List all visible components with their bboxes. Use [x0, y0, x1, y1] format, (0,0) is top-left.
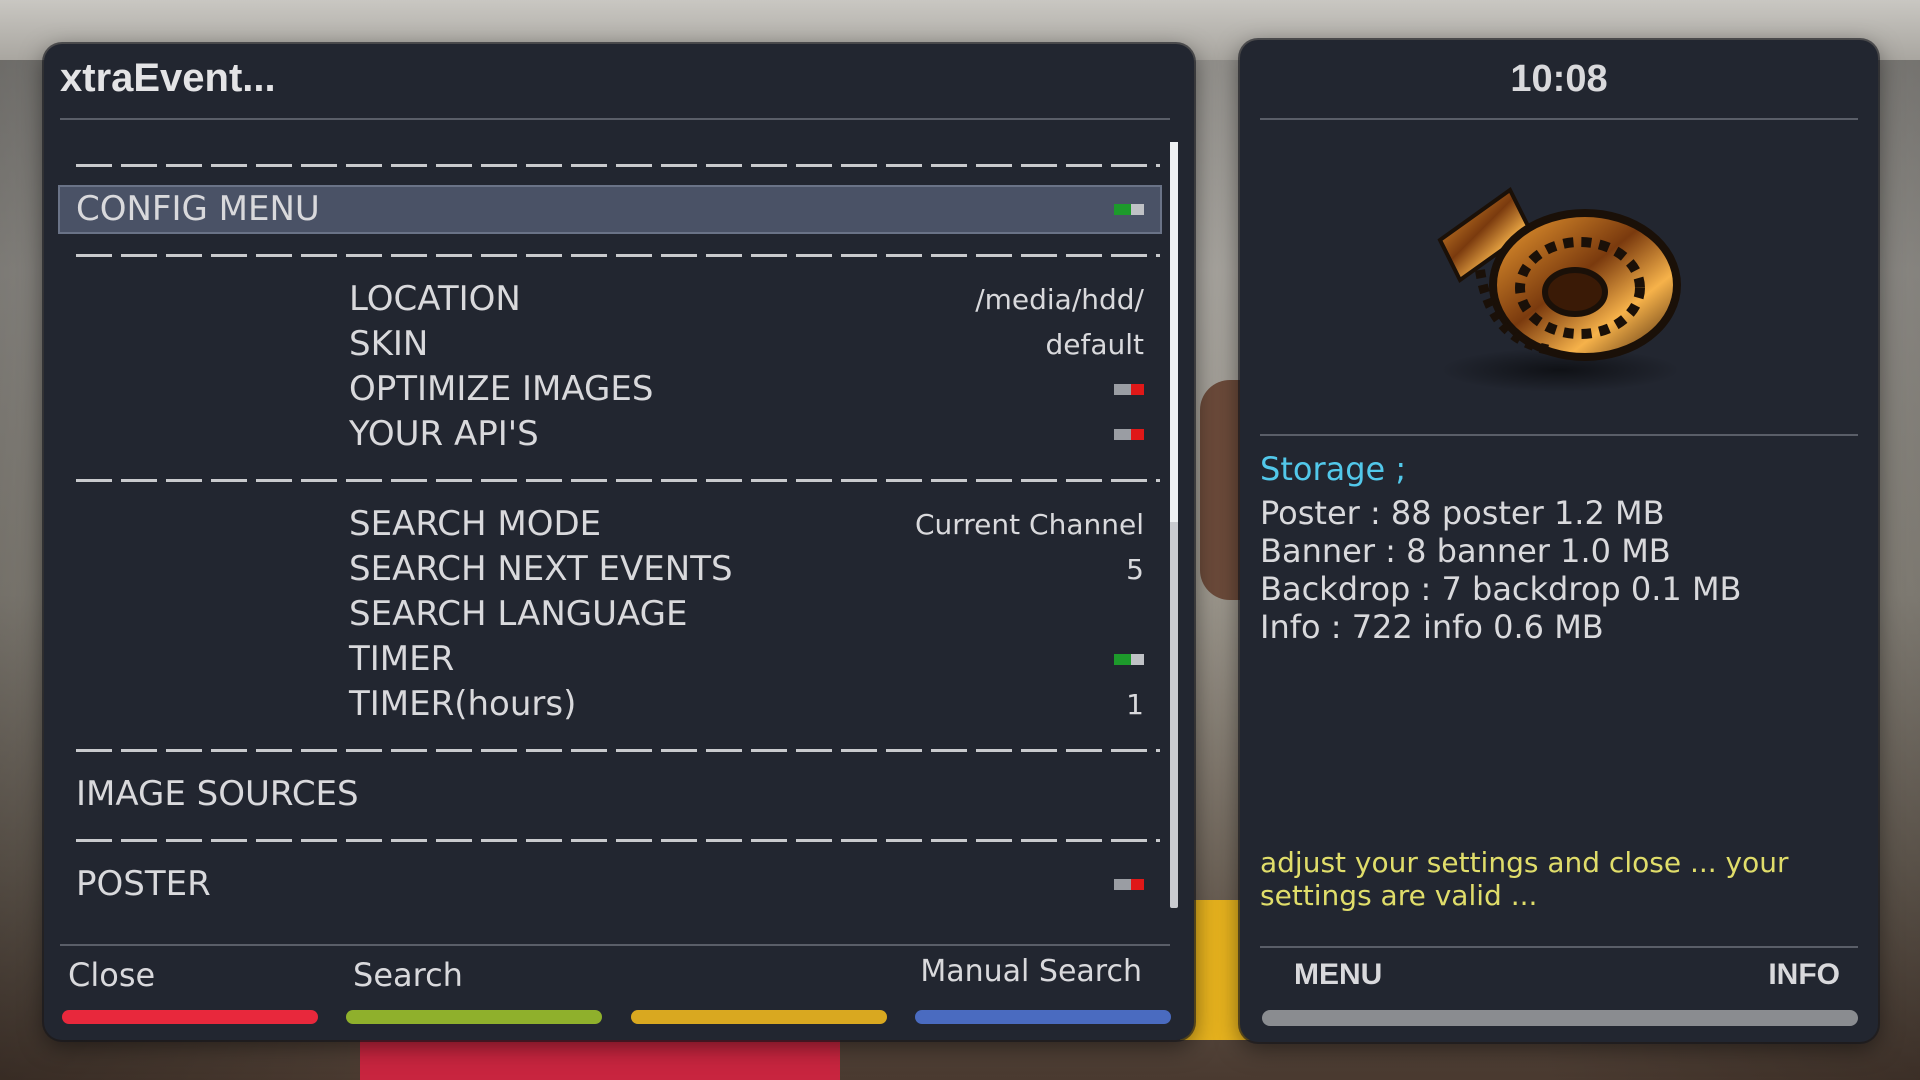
toggle-icon[interactable] — [1114, 384, 1144, 395]
menu-item-value: /media/hdd/ — [975, 283, 1144, 316]
toggle-icon[interactable] — [1114, 429, 1144, 440]
search-button-label[interactable]: Search — [353, 956, 463, 994]
window-title: xtraEvent... — [60, 56, 276, 100]
green-button[interactable] — [346, 1010, 602, 1024]
menu-item-poster[interactable]: POSTER — [60, 862, 1160, 907]
menu-item-label: OPTIMIZE IMAGES — [349, 369, 654, 409]
menu-item-search-language[interactable]: SEARCH LANGUAGE — [60, 592, 1160, 637]
menu-separator — [60, 817, 1160, 862]
menu-item-label: SEARCH LANGUAGE — [349, 594, 688, 634]
footer-divider — [60, 944, 1170, 946]
menu-item-image-sources[interactable]: IMAGE SOURCES — [60, 772, 1160, 817]
menu-item-timer-hours[interactable]: TIMER(hours) 1 — [60, 682, 1160, 727]
clock-divider — [1260, 118, 1858, 120]
menu-item-search-next-events[interactable]: SEARCH NEXT EVENTS 5 — [60, 547, 1160, 592]
blue-button[interactable] — [915, 1010, 1171, 1024]
toggle-icon[interactable] — [1114, 654, 1144, 665]
toggle-icon[interactable] — [1114, 879, 1144, 890]
manual-search-button-label[interactable]: Manual Search — [920, 954, 1142, 989]
storage-title: Storage ; — [1260, 450, 1407, 488]
red-button[interactable] — [62, 1010, 318, 1024]
menu-item-label: TIMER(hours) — [349, 684, 577, 724]
menu-item-value: default — [1045, 328, 1144, 361]
poster-storage-line: Poster : 88 poster 1.2 MB — [1260, 494, 1665, 532]
menu-separator — [60, 727, 1160, 772]
scrollbar-thumb[interactable] — [1170, 142, 1178, 522]
settings-menu: CONFIG MENU LOCATION /media/hdd/ SKIN de… — [58, 142, 1162, 907]
menu-item-skin[interactable]: SKIN default — [60, 322, 1160, 367]
menu-item-value: 1 — [1126, 688, 1144, 721]
menu-item-label: TIMER — [349, 639, 455, 679]
menu-item-label: LOCATION — [349, 279, 521, 319]
menu-item-label: SKIN — [349, 324, 429, 364]
menu-item-timer[interactable]: TIMER — [60, 637, 1160, 682]
menu-item-config-menu[interactable]: CONFIG MENU — [58, 185, 1162, 234]
menu-item-search-mode[interactable]: SEARCH MODE Current Channel — [60, 502, 1160, 547]
settings-panel: xtraEvent... CONFIG MENU LOCATION /media… — [44, 44, 1194, 1040]
info-button[interactable]: INFO — [1768, 958, 1840, 992]
menu-scrollbar[interactable] — [1170, 142, 1178, 908]
menu-item-optimize-images[interactable]: OPTIMIZE IMAGES — [60, 367, 1160, 412]
menu-item-value: Current Channel — [914, 508, 1144, 541]
backdrop-storage-line: Backdrop : 7 backdrop 0.1 MB — [1260, 570, 1742, 608]
info-storage-line: Info : 722 info 0.6 MB — [1260, 608, 1604, 646]
clock: 10:08 — [1510, 58, 1608, 100]
info-panel: 10:08 Storage ; Poster : 88 poster 1.2 M… — [1240, 40, 1878, 1042]
menu-item-label: POSTER — [76, 864, 211, 904]
gray-button-bar[interactable] — [1262, 1010, 1858, 1026]
menu-item-label: SEARCH NEXT EVENTS — [349, 549, 733, 589]
menu-button[interactable]: MENU — [1294, 958, 1382, 992]
menu-separator — [60, 457, 1160, 502]
menu-item-location[interactable]: LOCATION /media/hdd/ — [60, 277, 1160, 322]
menu-item-label: SEARCH MODE — [349, 504, 602, 544]
menu-item-label: YOUR API'S — [349, 414, 539, 454]
menu-item-your-apis[interactable]: YOUR API'S — [60, 412, 1160, 457]
banner-storage-line: Banner : 8 banner 1.0 MB — [1260, 532, 1671, 570]
status-message: adjust your settings and close ... your … — [1260, 846, 1789, 912]
film-reel-icon — [1437, 187, 1681, 392]
menu-item-label: IMAGE SOURCES — [76, 774, 359, 814]
close-button-label[interactable]: Close — [68, 956, 155, 994]
title-divider — [60, 118, 1170, 120]
yellow-button[interactable] — [631, 1010, 887, 1024]
toggle-icon[interactable] — [1114, 204, 1144, 215]
menu-separator — [60, 232, 1160, 277]
footer-divider — [1260, 946, 1858, 948]
menu-item-value: 5 — [1126, 553, 1144, 586]
menu-separator — [60, 142, 1160, 187]
menu-item-label: CONFIG MENU — [76, 189, 320, 229]
image-divider — [1260, 434, 1858, 436]
